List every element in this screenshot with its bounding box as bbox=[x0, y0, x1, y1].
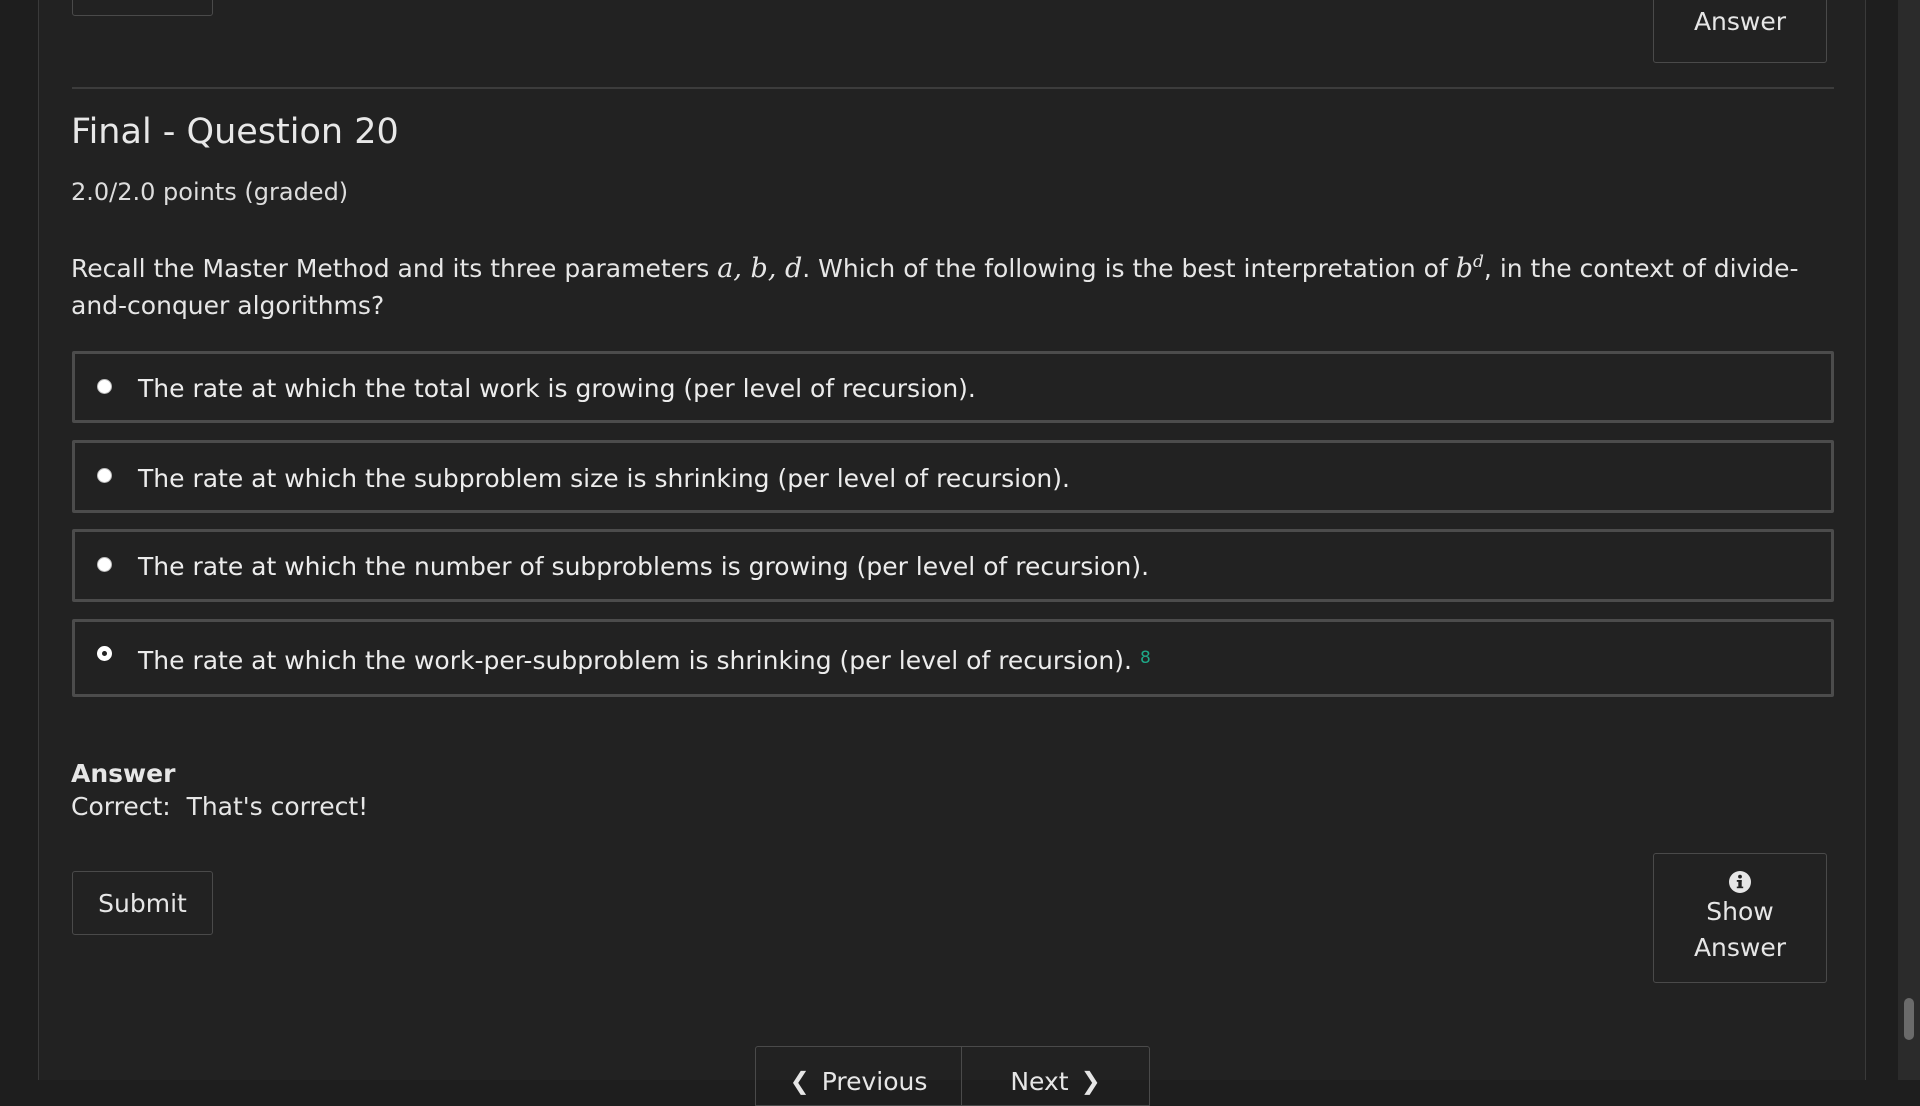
previous-button[interactable]: ❮ Previous bbox=[755, 1046, 962, 1106]
question-title: Final - Question 20 bbox=[71, 112, 399, 152]
choice-option[interactable]: The rate at which the subproblem size is… bbox=[72, 440, 1834, 513]
math-exponent: d bbox=[1473, 252, 1484, 272]
choice-option[interactable]: The rate at which the number of subprobl… bbox=[72, 529, 1834, 602]
info-icon bbox=[1729, 871, 1751, 893]
choice-label: The rate at which the subproblem size is… bbox=[138, 464, 1070, 493]
radio-button[interactable] bbox=[97, 557, 112, 572]
radio-button[interactable] bbox=[97, 379, 112, 394]
math-power: bd bbox=[1455, 252, 1484, 284]
choice-label: The rate at which the total work is grow… bbox=[138, 374, 976, 403]
prompt-text: . Which of the following is the best int… bbox=[802, 254, 1456, 283]
prompt-text: Recall the Master Method and its three p… bbox=[71, 254, 718, 283]
radio-button-selected[interactable] bbox=[97, 646, 112, 661]
show-answer-label: Answer bbox=[1693, 6, 1787, 36]
choice-label-text: The rate at which the work-per-subproble… bbox=[138, 646, 1132, 675]
choice-option[interactable]: The rate at which the total work is grow… bbox=[72, 351, 1834, 423]
previous-label: Previous bbox=[821, 1067, 928, 1096]
question-divider bbox=[72, 87, 1834, 89]
radio-button[interactable] bbox=[97, 468, 112, 483]
problem-panel: Answer Final - Question 20 2.0/2.0 point… bbox=[38, 0, 1866, 1106]
choice-option-selected[interactable]: The rate at which the work-per-subproble… bbox=[72, 619, 1834, 697]
chevron-right-icon: ❯ bbox=[1080, 1067, 1101, 1095]
scrollbar[interactable] bbox=[1898, 0, 1920, 1080]
previous-show-answer-button[interactable]: Answer bbox=[1653, 0, 1827, 63]
math-params: a, b, d bbox=[717, 253, 803, 284]
next-label: Next bbox=[1010, 1067, 1069, 1096]
question-prompt: Recall the Master Method and its three p… bbox=[71, 244, 1831, 324]
check-icon: 8 bbox=[1139, 648, 1151, 668]
submit-button[interactable]: Submit bbox=[72, 871, 213, 935]
show-answer-label: Show Answer bbox=[1693, 897, 1787, 962]
question-points: 2.0/2.0 points (graded) bbox=[71, 178, 349, 206]
scrollbar-thumb[interactable] bbox=[1904, 998, 1914, 1040]
answer-heading: Answer bbox=[71, 759, 176, 788]
chevron-left-icon: ❮ bbox=[789, 1067, 810, 1095]
choice-label: The rate at which the work-per-subproble… bbox=[138, 646, 1151, 675]
answer-feedback: Correct: That's correct! bbox=[71, 792, 369, 821]
show-answer-button[interactable]: Show Answer bbox=[1653, 853, 1827, 983]
previous-submit-button[interactable] bbox=[72, 0, 213, 16]
next-button[interactable]: Next ❯ bbox=[961, 1046, 1150, 1106]
math-base: b bbox=[1455, 253, 1474, 284]
choice-label: The rate at which the number of subprobl… bbox=[138, 552, 1150, 581]
